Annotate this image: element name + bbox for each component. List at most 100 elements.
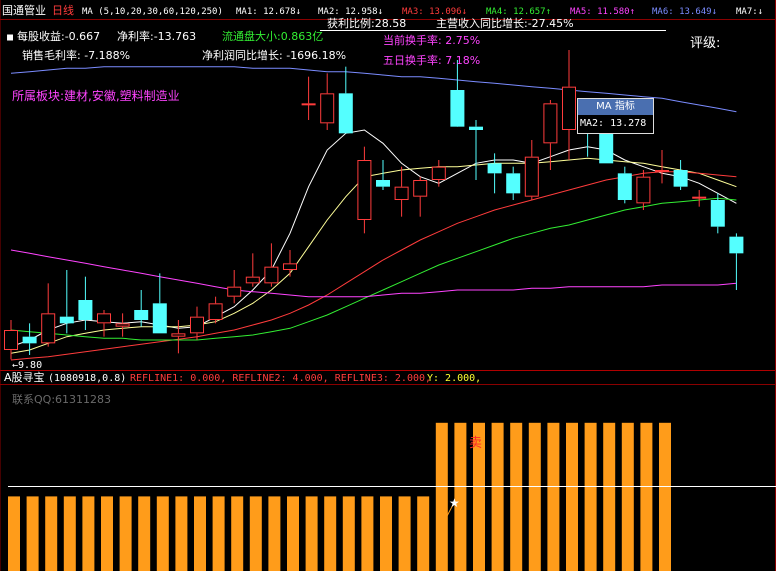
indicator-bar <box>26 496 39 571</box>
candle-body <box>394 186 409 201</box>
signal-star-icon: ★ <box>449 496 460 510</box>
ma-value-1: MA1: 12.678↓ <box>236 7 302 17</box>
ma-value-6: MA6: 13.649↓ <box>652 7 718 17</box>
indicator-bar <box>510 422 523 571</box>
indicator-bar <box>212 496 225 571</box>
indicator-bar <box>435 422 448 571</box>
candle-body <box>152 303 167 334</box>
indicator-bar <box>584 422 597 571</box>
candle-body <box>245 276 260 284</box>
candle-body <box>357 160 372 220</box>
indicator-bar <box>305 496 318 571</box>
candle-body <box>22 336 37 344</box>
indicator-bar <box>361 496 374 571</box>
candle-body <box>320 93 335 124</box>
indicator-bar <box>194 496 206 571</box>
candle-body <box>301 103 316 106</box>
net-margin: 净利率:-13.763 <box>117 30 197 43</box>
candle-body <box>562 86 576 130</box>
indicator-bar <box>566 422 578 571</box>
indicator-bar <box>63 496 76 571</box>
candle-body <box>617 173 632 200</box>
indicator-bar <box>380 496 392 571</box>
candle-body <box>431 166 446 181</box>
ma-params: MA (5,10,20,30,60,120,250) <box>82 7 223 17</box>
indicator-bar <box>342 496 355 571</box>
indicator-bar <box>621 422 634 571</box>
overline <box>320 30 666 31</box>
candle-body <box>524 156 539 197</box>
tooltip-title: MA 指标 <box>578 99 653 115</box>
contact-qq: 联系QQ:61311283 <box>12 393 112 406</box>
candle-body <box>450 90 465 127</box>
candle-body <box>636 176 651 204</box>
turnover-today: 当前换手率: 2.75% <box>383 34 481 47</box>
candle-body <box>59 316 74 324</box>
candle-body <box>710 200 725 227</box>
candle-body <box>338 93 353 134</box>
indicator-bar <box>138 496 151 571</box>
revenue-growth: 主营收入同比增长:-27.45% <box>436 17 574 30</box>
gross-margin: 销售毛利率: -7.188% <box>22 49 131 62</box>
turnover-5d: 五日换手率: 7.18% <box>383 54 481 67</box>
candle-body <box>4 330 18 350</box>
indicator-bar <box>287 496 299 571</box>
indicator-bar <box>640 422 653 571</box>
candle-body <box>283 263 297 271</box>
candle-body <box>376 180 390 187</box>
float-cap: 流通盘大小:0.863亿 <box>222 30 324 43</box>
candle-body <box>673 170 688 187</box>
candle-body <box>729 236 744 254</box>
indicator-bar <box>324 496 337 571</box>
candle-body <box>487 163 502 174</box>
ma-value-5: MA5: 11.580↑ <box>570 7 636 17</box>
rating-label: 评级: <box>690 36 721 51</box>
chart-canvas[interactable]: ★ <box>0 0 776 571</box>
net-profit-growth: 净利润同比增长: -1696.18% <box>202 49 347 62</box>
y-value: Y: 2.000, <box>427 373 482 384</box>
candle-body <box>97 313 111 324</box>
indicator-bar <box>249 496 262 571</box>
indicator-bar <box>603 422 616 571</box>
indicator-bar <box>119 496 132 571</box>
candle-body <box>134 310 149 320</box>
indicator-bar <box>491 422 504 571</box>
candle-body <box>543 103 558 144</box>
indicator-bar <box>231 496 244 571</box>
ma-tooltip: MA 指标 MA2: 13.278 <box>577 98 654 134</box>
candle-body <box>692 196 707 199</box>
indicator-bar <box>528 422 541 571</box>
indicator-bar <box>547 422 560 571</box>
candle-body <box>599 130 614 164</box>
indicator-bar <box>268 496 281 571</box>
candle-body <box>264 266 279 284</box>
indicator-title[interactable]: A股寻宝 <box>4 372 45 384</box>
candle-body <box>208 303 223 321</box>
reflines: REFLINE1: 0.000, REFLINE2: 4.000, REFLIN… <box>130 373 432 384</box>
indicator-bar <box>156 496 169 571</box>
indicator-bar <box>417 496 430 571</box>
indicator-bar <box>45 496 58 571</box>
candle-body <box>506 173 521 194</box>
candle-body <box>469 126 483 130</box>
profit-ratio: 获利比例:28.58 <box>327 17 407 30</box>
period-label[interactable]: 日线 <box>52 5 74 17</box>
sell-label: 卖 <box>469 436 483 451</box>
ma-value-7: MA7:↓ <box>736 7 764 17</box>
indicator-bar <box>659 422 671 571</box>
stock-name: 国通管业 <box>2 4 46 17</box>
legend-square-icon: ■ <box>7 32 14 43</box>
candle-body <box>115 323 130 327</box>
sector: 所属板块:建材,安徽,塑料制造业 <box>12 89 180 103</box>
indicator-bar <box>8 496 20 571</box>
tooltip-row: MA2: 13.278 <box>580 118 647 129</box>
eps: 每股收益:-0.667 <box>17 30 101 43</box>
indicator-bar <box>82 496 95 571</box>
candle-body <box>655 170 669 172</box>
candle-body <box>190 316 204 334</box>
candle-body <box>78 300 93 320</box>
candle-body <box>41 313 56 344</box>
indicator-bar <box>101 496 113 571</box>
candle-body <box>227 286 242 297</box>
indicator-bar <box>175 496 188 571</box>
